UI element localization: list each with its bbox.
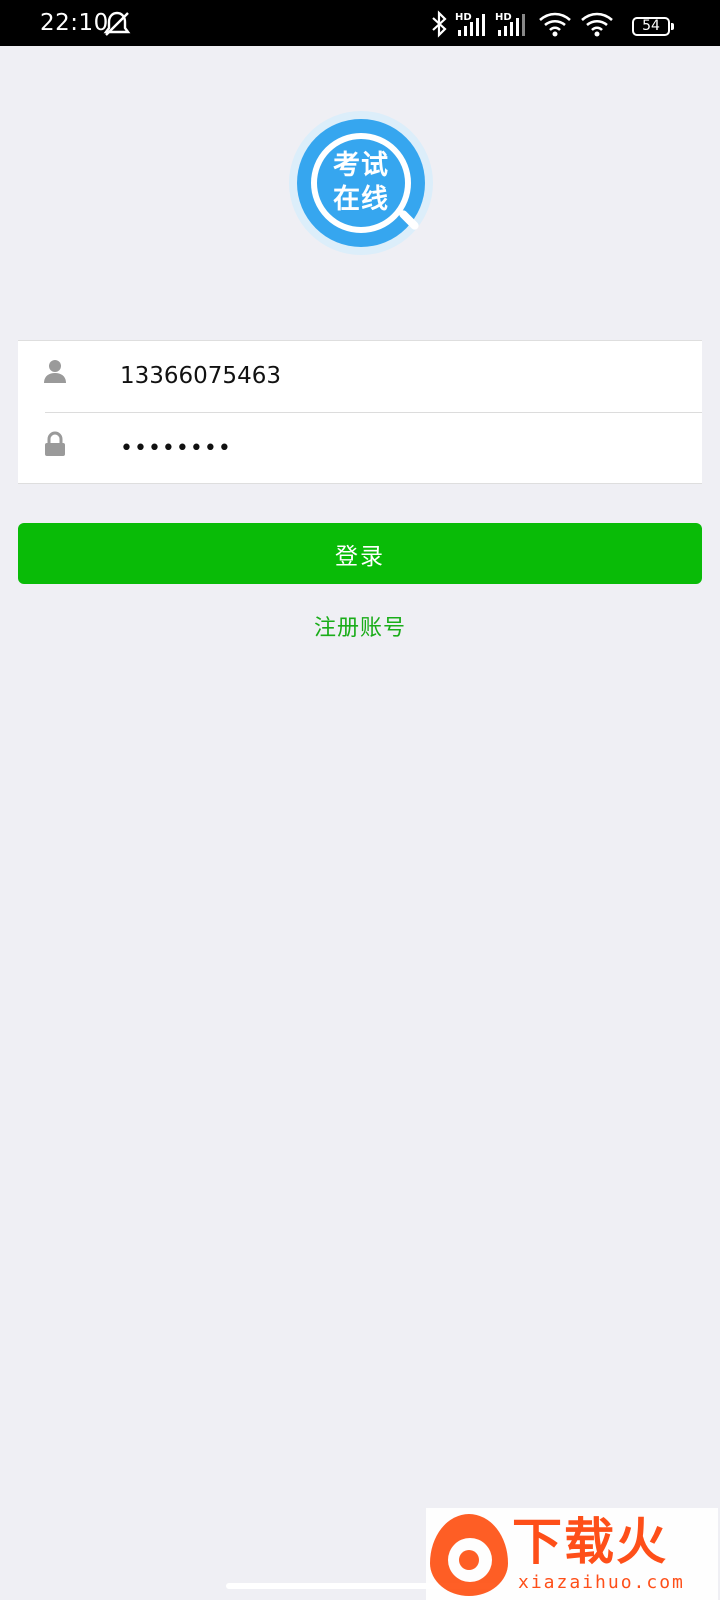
user-icon xyxy=(44,360,66,383)
password-input[interactable] xyxy=(120,425,680,471)
svg-text:HD: HD xyxy=(495,12,512,23)
app-logo: 考试 在线 xyxy=(289,111,433,255)
wifi-icon xyxy=(581,12,613,37)
status-bar: 22:10 HD HD 54 xyxy=(0,0,720,46)
register-link[interactable]: 注册账号 xyxy=(0,610,720,642)
login-button[interactable]: 登录 xyxy=(18,523,702,584)
bluetooth-icon xyxy=(432,10,447,38)
watermark-title: 下载火 xyxy=(512,1513,668,1571)
download-icon xyxy=(459,1550,479,1570)
password-row xyxy=(18,413,702,484)
logo-line-1: 考试 xyxy=(333,150,389,181)
login-form xyxy=(18,340,702,484)
logo-badge: 考试 在线 xyxy=(297,119,425,247)
status-time: 22:10 xyxy=(40,10,109,36)
username-input[interactable] xyxy=(120,353,680,399)
svg-text:HD: HD xyxy=(455,12,472,23)
wifi-icon xyxy=(539,12,571,37)
watermark: 下载火 xiazaihuo.com xyxy=(426,1508,718,1600)
watermark-url: xiazaihuo.com xyxy=(518,1572,685,1593)
mute-icon xyxy=(103,11,131,36)
signal-hd-icon: HD xyxy=(495,12,525,36)
username-row xyxy=(18,341,702,412)
lock-icon xyxy=(45,431,65,456)
logo-text: 考试 在线 xyxy=(297,149,425,217)
battery-indicator: 54 xyxy=(632,17,674,36)
signal-hd-icon: HD xyxy=(455,12,485,36)
logo-line-2: 在线 xyxy=(333,184,389,215)
